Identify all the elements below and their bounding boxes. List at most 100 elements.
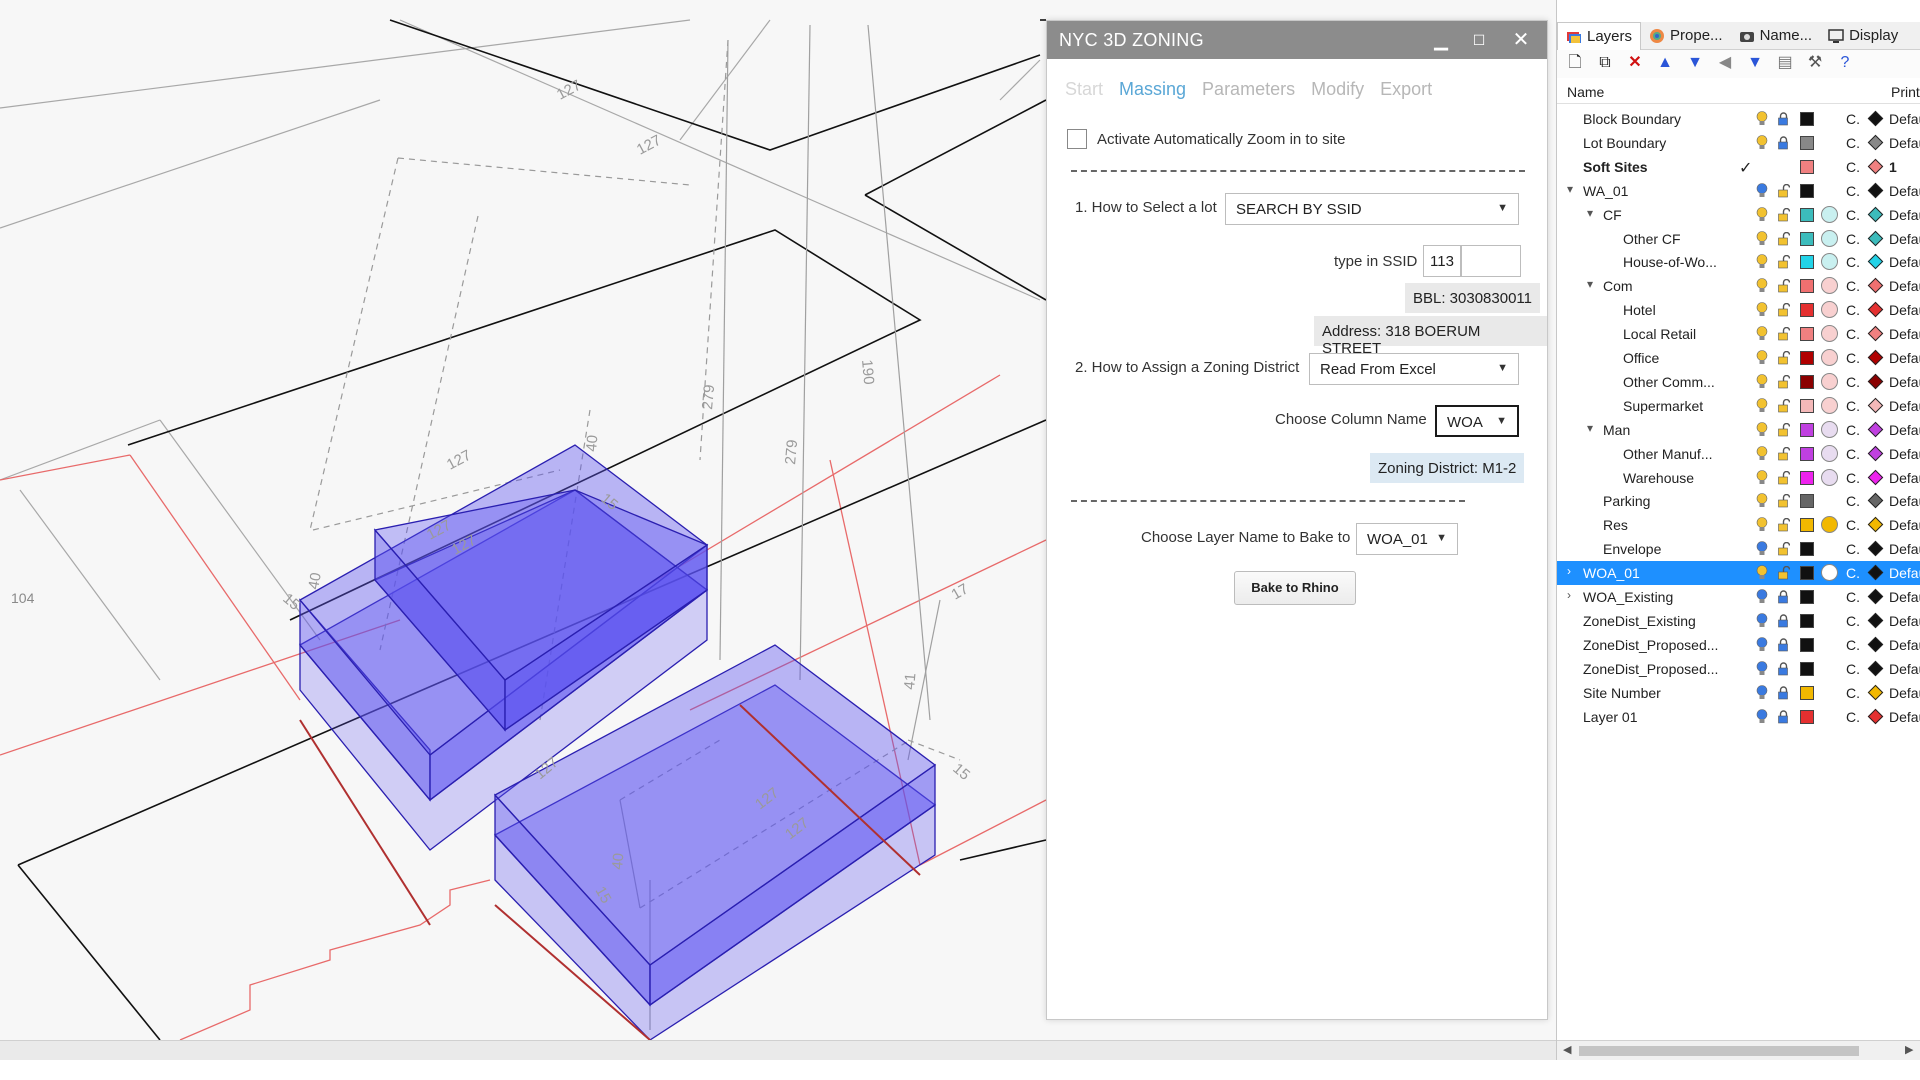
visibility-bulb-icon[interactable] bbox=[1756, 135, 1768, 150]
tools-icon[interactable]: ⚒ bbox=[1805, 53, 1825, 73]
material-icon[interactable] bbox=[1821, 206, 1838, 223]
layer-name[interactable]: ZoneDist_Proposed... bbox=[1583, 661, 1718, 677]
print-width-label[interactable]: Defau bbox=[1889, 470, 1920, 486]
layer-row[interactable]: ZoneDist_Proposed... C. Defau bbox=[1557, 633, 1920, 657]
layer-name[interactable]: Office bbox=[1623, 350, 1659, 366]
layer-row[interactable]: Office C. Defau bbox=[1557, 346, 1920, 370]
print-color-icon[interactable] bbox=[1867, 445, 1884, 462]
linetype-label[interactable]: C. bbox=[1846, 517, 1860, 533]
move-left-icon[interactable]: ◀ bbox=[1715, 53, 1735, 73]
print-width-label[interactable]: Defau bbox=[1889, 565, 1920, 581]
visibility-bulb-icon[interactable] bbox=[1756, 374, 1768, 389]
layer-row[interactable]: Lot Boundary C. Defau bbox=[1557, 131, 1920, 155]
linetype-label[interactable]: C. bbox=[1846, 302, 1860, 318]
linetype-label[interactable]: C. bbox=[1846, 709, 1860, 725]
linetype-label[interactable]: C. bbox=[1846, 350, 1860, 366]
visibility-bulb-icon[interactable] bbox=[1756, 111, 1768, 126]
layer-name[interactable]: Other CF bbox=[1623, 231, 1681, 247]
linetype-label[interactable]: C. bbox=[1846, 231, 1860, 247]
material-icon[interactable] bbox=[1821, 325, 1838, 342]
linetype-label[interactable]: C. bbox=[1846, 493, 1860, 509]
print-width-label[interactable]: Defau bbox=[1889, 398, 1920, 414]
ssid-input[interactable]: 113 bbox=[1423, 245, 1461, 277]
ssid-input-extra[interactable] bbox=[1461, 245, 1521, 277]
layer-color-swatch[interactable] bbox=[1800, 566, 1814, 580]
scroll-left-icon[interactable]: ◀ bbox=[1563, 1043, 1571, 1056]
print-color-icon[interactable] bbox=[1867, 492, 1884, 509]
lock-icon[interactable] bbox=[1777, 542, 1790, 556]
linetype-label[interactable]: C. bbox=[1846, 685, 1860, 701]
material-icon[interactable] bbox=[1821, 253, 1838, 270]
bake-to-rhino-button[interactable]: Bake to Rhino bbox=[1234, 571, 1356, 605]
layer-row[interactable]: Other Manuf... C. Defau bbox=[1557, 442, 1920, 466]
layer-color-swatch[interactable] bbox=[1800, 590, 1814, 604]
visibility-bulb-icon[interactable] bbox=[1756, 541, 1768, 556]
lock-icon[interactable] bbox=[1777, 590, 1790, 604]
print-width-label[interactable]: Defau bbox=[1889, 111, 1920, 127]
linetype-label[interactable]: C. bbox=[1846, 374, 1860, 390]
layer-color-swatch[interactable] bbox=[1800, 662, 1814, 676]
layer-name[interactable]: WOA_Existing bbox=[1583, 589, 1673, 605]
lock-icon[interactable] bbox=[1777, 184, 1790, 198]
layer-row[interactable]: ▾ CF C. Defau bbox=[1557, 203, 1920, 227]
layer-row[interactable]: Parking C. Defau bbox=[1557, 489, 1920, 513]
linetype-label[interactable]: C. bbox=[1846, 541, 1860, 557]
print-color-icon[interactable] bbox=[1867, 708, 1884, 725]
column-header-name[interactable]: Name bbox=[1567, 84, 1604, 100]
minimize-button[interactable]: ▁ bbox=[1427, 27, 1455, 53]
layer-color-swatch[interactable] bbox=[1800, 710, 1814, 724]
visibility-bulb-icon[interactable] bbox=[1756, 517, 1768, 532]
print-color-icon[interactable] bbox=[1867, 206, 1884, 223]
print-color-icon[interactable] bbox=[1867, 540, 1884, 557]
visibility-bulb-icon[interactable] bbox=[1756, 398, 1768, 413]
print-width-label[interactable]: Defau bbox=[1889, 207, 1920, 223]
layer-row[interactable]: Res C. Defau bbox=[1557, 513, 1920, 537]
lock-icon[interactable] bbox=[1777, 136, 1790, 150]
layer-row[interactable]: Envelope C. Defau bbox=[1557, 537, 1920, 561]
expand-icon[interactable]: › bbox=[1567, 588, 1571, 602]
layer-name[interactable]: Other Comm... bbox=[1623, 374, 1715, 390]
print-color-icon[interactable] bbox=[1867, 134, 1884, 151]
print-color-icon[interactable] bbox=[1867, 158, 1884, 175]
layer-color-swatch[interactable] bbox=[1800, 447, 1814, 461]
visibility-bulb-icon[interactable] bbox=[1756, 613, 1768, 628]
print-width-label[interactable]: Defau bbox=[1889, 661, 1920, 677]
layer-color-swatch[interactable] bbox=[1800, 542, 1814, 556]
visibility-bulb-icon[interactable] bbox=[1756, 446, 1768, 461]
print-color-icon[interactable] bbox=[1867, 110, 1884, 127]
print-color-icon[interactable] bbox=[1867, 612, 1884, 629]
lock-icon[interactable] bbox=[1777, 710, 1790, 724]
activate-zoom-checkbox[interactable] bbox=[1067, 129, 1087, 149]
print-width-label[interactable]: Defau bbox=[1889, 517, 1920, 533]
layer-color-swatch[interactable] bbox=[1800, 518, 1814, 532]
print-width-label[interactable]: Defau bbox=[1889, 135, 1920, 151]
visibility-bulb-icon[interactable] bbox=[1756, 326, 1768, 341]
layer-row[interactable]: Block Boundary C. Defau bbox=[1557, 107, 1920, 131]
layer-name[interactable]: Site Number bbox=[1583, 685, 1661, 701]
lock-icon[interactable] bbox=[1777, 614, 1790, 628]
print-color-icon[interactable] bbox=[1867, 660, 1884, 677]
print-color-icon[interactable] bbox=[1867, 684, 1884, 701]
print-width-label[interactable]: Defau bbox=[1889, 183, 1920, 199]
layer-name[interactable]: Parking bbox=[1603, 493, 1650, 509]
lock-icon[interactable] bbox=[1777, 423, 1790, 437]
visibility-bulb-icon[interactable] bbox=[1756, 589, 1768, 604]
linetype-label[interactable]: C. bbox=[1846, 207, 1860, 223]
select-lot-dropdown[interactable]: SEARCH BY SSID ▼ bbox=[1225, 193, 1519, 225]
print-color-icon[interactable] bbox=[1867, 230, 1884, 247]
layer-row[interactable]: Supermarket C. Defau bbox=[1557, 394, 1920, 418]
linetype-label[interactable]: C. bbox=[1846, 159, 1860, 175]
scrollbar-thumb[interactable] bbox=[1579, 1046, 1859, 1056]
layer-name[interactable]: WA_01 bbox=[1583, 183, 1628, 199]
visibility-bulb-icon[interactable] bbox=[1756, 565, 1768, 580]
layer-name[interactable]: Block Boundary bbox=[1583, 111, 1681, 127]
linetype-label[interactable]: C. bbox=[1846, 278, 1860, 294]
tab-properties[interactable]: Prope... bbox=[1641, 22, 1731, 50]
layer-name[interactable]: Local Retail bbox=[1623, 326, 1696, 342]
layer-row[interactable]: Warehouse C. Defau bbox=[1557, 466, 1920, 490]
collapse-icon[interactable]: ▾ bbox=[1587, 277, 1593, 291]
layer-color-swatch[interactable] bbox=[1800, 232, 1814, 246]
print-color-icon[interactable] bbox=[1867, 373, 1884, 390]
visibility-bulb-icon[interactable] bbox=[1756, 637, 1768, 652]
linetype-label[interactable]: C. bbox=[1846, 470, 1860, 486]
